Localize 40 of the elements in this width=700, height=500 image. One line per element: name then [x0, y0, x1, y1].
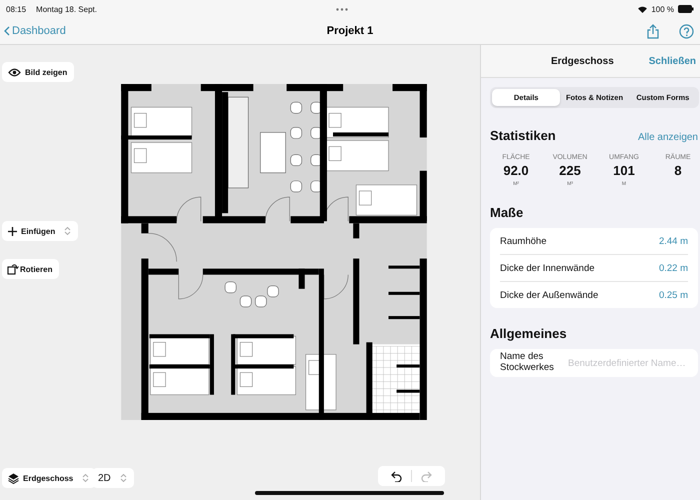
date: Montag 18. Sept.: [36, 4, 97, 14]
rotate-button[interactable]: Rotieren: [2, 259, 60, 279]
chevron-left-icon: [4, 26, 10, 36]
wifi-icon: [638, 6, 648, 12]
share-icon[interactable]: [647, 24, 659, 38]
measure-label: Raumhöhe: [500, 236, 546, 246]
undo-icon[interactable]: [391, 470, 402, 482]
panel-title: Erdgeschoss: [550, 56, 614, 66]
eye-icon: [8, 68, 21, 76]
measure-value[interactable]: 0.22 m: [658, 262, 688, 274]
more-dots-icon: [336, 8, 348, 10]
battery-icon: [678, 5, 694, 13]
up-down-chevron-icon: [64, 226, 72, 236]
stat-value: 101: [613, 163, 635, 178]
rotate-icon: [7, 263, 19, 275]
floor-picker[interactable]: Erdgeschoss: [2, 468, 96, 488]
section-heading: Allgemeines: [490, 326, 568, 341]
plus-icon: [8, 226, 17, 236]
measure-label: Dicke der Außenwände: [500, 290, 598, 300]
layers-icon: [8, 472, 19, 484]
floor-name-field[interactable]: Benutzerdefinierter Name…: [568, 358, 688, 368]
floor-plan-drawing[interactable]: [120, 82, 430, 422]
insert-menu[interactable]: Einfügen: [2, 221, 78, 241]
clock: 08:15: [6, 4, 26, 14]
section-heading: Maße: [490, 205, 524, 220]
measure-value[interactable]: 2.44 m: [658, 236, 688, 246]
measure-label: Dicke der Innenwände: [500, 262, 595, 274]
battery-level: 100 %: [651, 4, 674, 14]
section-heading: Statistiken: [490, 128, 557, 143]
up-down-chevron-icon: [120, 473, 127, 483]
up-down-chevron-icon: [82, 473, 90, 483]
measure-value[interactable]: 0.25 m: [658, 290, 688, 300]
view-mode-picker[interactable]: 2D: [92, 468, 134, 488]
stat-value: 92.0: [503, 163, 529, 178]
project-title: Projekt 1: [326, 25, 374, 37]
stat-value: 225: [559, 163, 581, 178]
stat-value: 8: [674, 163, 682, 178]
field-label: Name des Stockwerkes: [500, 352, 555, 374]
help-icon[interactable]: [679, 24, 694, 38]
show-image-button[interactable]: Bild zeigen: [2, 62, 74, 82]
